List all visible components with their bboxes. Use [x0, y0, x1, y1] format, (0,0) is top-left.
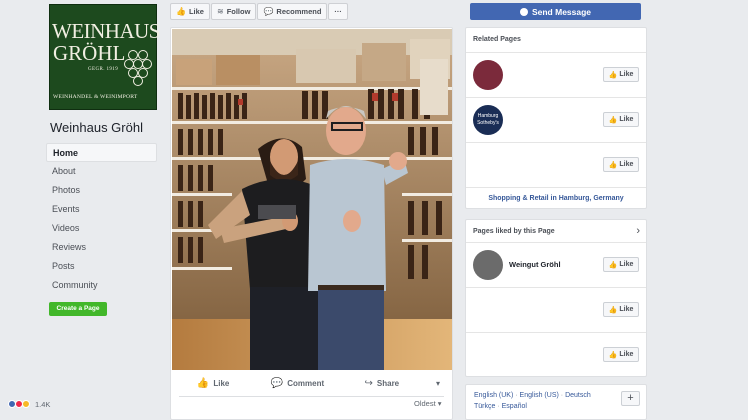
- post-like-label: Like: [213, 378, 230, 388]
- related-category-row: Shopping & Retail in Hamburg, Germany: [466, 187, 646, 209]
- language-link[interactable]: Deutsch: [565, 392, 591, 399]
- language-line-2: Türkçe · Español: [474, 403, 527, 410]
- like-page-button[interactable]: 👍 Like: [170, 3, 210, 20]
- thumbs-up-icon: 👍: [608, 351, 618, 359]
- hamburg-logo-text-2: Sotheby's: [477, 120, 499, 126]
- pages-liked-card: Pages liked by this Page › Weingut Gröhl…: [465, 219, 647, 377]
- language-line-1: English (UK) · English (US) · Deutsch: [474, 392, 591, 399]
- send-message-label: Send Message: [531, 6, 592, 17]
- post-like-button[interactable]: 👍 Like: [171, 378, 255, 389]
- share-icon: ↪: [364, 377, 373, 389]
- related-pages-card: Related Pages 👍 Like Hamburg Sotheby's 👍 L…: [465, 27, 647, 209]
- category-link[interactable]: Shopping & Retail in Hamburg, Germany: [466, 195, 646, 202]
- like-label: Like: [619, 306, 634, 313]
- post-actions-bar: 👍 Like 💬 Comment ↪ Share ▾: [171, 372, 452, 394]
- comment-sort-dropdown[interactable]: Oldest ▾: [414, 399, 442, 408]
- more-options-button[interactable]: ···: [328, 3, 348, 20]
- logo-line-2: GRÖHL: [53, 41, 126, 65]
- language-link[interactable]: Türkçe: [474, 403, 495, 410]
- thumbs-up-icon: 👍: [608, 161, 618, 169]
- logo-since: GEGR. 1919: [88, 67, 119, 72]
- rss-icon: ≋: [216, 7, 224, 16]
- follow-button[interactable]: ≋ Follow: [210, 3, 257, 20]
- nav-item-events[interactable]: Events: [46, 200, 157, 219]
- recommend-button[interactable]: 💬 Recommend: [257, 3, 328, 20]
- post-share-button[interactable]: ↪ Share: [340, 378, 424, 389]
- divider: [179, 396, 444, 397]
- liked-page-row: Weingut Gröhl 👍 Like: [466, 242, 646, 287]
- related-page-row: 👍 Like: [466, 52, 646, 97]
- thumbs-up-icon: 👍: [176, 7, 186, 16]
- page-title[interactable]: Weinhaus Gröhl: [50, 120, 143, 135]
- post-photo-image: [172, 29, 452, 370]
- related-page-avatar[interactable]: Hamburg Sotheby's: [473, 105, 503, 135]
- liked-page-like-button[interactable]: 👍 Like: [603, 347, 639, 362]
- speech-bubble-icon: 💬: [263, 7, 274, 16]
- recommend-label: Recommend: [276, 7, 322, 16]
- pages-liked-title: Pages liked by this Page: [473, 228, 555, 235]
- liked-page-row: 👍 Like: [466, 332, 646, 377]
- chevron-down-icon[interactable]: ▾: [424, 379, 452, 388]
- related-page-like-button[interactable]: 👍 Like: [603, 112, 639, 127]
- nav-item-photos[interactable]: Photos: [46, 181, 157, 200]
- nav-item-reviews[interactable]: Reviews: [46, 238, 157, 257]
- chevron-right-icon[interactable]: ›: [636, 225, 640, 237]
- like-label: Like: [619, 351, 634, 358]
- related-page-row: Hamburg Sotheby's 👍 Like: [466, 97, 646, 142]
- related-page-like-button[interactable]: 👍 Like: [603, 67, 639, 82]
- like-label: Like: [619, 71, 634, 78]
- add-language-button[interactable]: +: [621, 391, 640, 406]
- like-page-label: Like: [188, 7, 204, 16]
- create-page-button[interactable]: Create a Page: [49, 302, 107, 316]
- page-nav: Home About Photos Events Videos Reviews …: [46, 143, 157, 295]
- messenger-icon: [519, 7, 528, 16]
- post-card: 👍 Like 💬 Comment ↪ Share ▾: [170, 27, 453, 420]
- post-photo[interactable]: [172, 29, 452, 370]
- comment-sort-label: Oldest: [414, 399, 436, 408]
- comment-icon: 💬: [270, 377, 284, 389]
- language-link[interactable]: English (US): [520, 392, 559, 399]
- wow-reaction-icon: [22, 400, 30, 408]
- thumbs-up-icon: 👍: [608, 306, 618, 314]
- page-logo[interactable]: WEINHAUS GRÖHL GEGR. 1919 WEINHANDEL & W…: [49, 4, 160, 110]
- language-card: English (UK) · English (US) · Deutsch Tü…: [465, 384, 647, 420]
- reaction-summary[interactable]: 1.4K: [8, 398, 50, 410]
- related-page-avatar[interactable]: [473, 60, 503, 90]
- liked-page-like-button[interactable]: 👍 Like: [603, 257, 639, 272]
- language-link[interactable]: Español: [502, 403, 527, 410]
- like-label: Like: [619, 116, 634, 123]
- nav-item-posts[interactable]: Posts: [46, 257, 157, 276]
- thumbs-up-icon: 👍: [608, 71, 618, 79]
- page-action-bar: 👍 Like ≋ Follow 💬 Recommend ···: [170, 3, 348, 20]
- liked-page-avatar[interactable]: [473, 250, 503, 280]
- related-page-row: 👍 Like: [466, 142, 646, 187]
- post-share-label: Share: [376, 378, 400, 388]
- post-comment-label: Comment: [287, 378, 325, 388]
- like-label: Like: [619, 161, 634, 168]
- nav-item-home[interactable]: Home: [46, 143, 157, 162]
- follow-label: Follow: [226, 7, 251, 16]
- liked-page-row: 👍 Like: [466, 287, 646, 332]
- liked-page-like-button[interactable]: 👍 Like: [603, 302, 639, 317]
- nav-item-videos[interactable]: Videos: [46, 219, 157, 238]
- post-comment-button[interactable]: 💬 Comment: [255, 378, 339, 389]
- reaction-count: 1.4K: [35, 399, 51, 409]
- liked-page-name[interactable]: Weingut Gröhl: [509, 260, 561, 269]
- related-pages-title: Related Pages: [473, 36, 521, 43]
- send-message-button[interactable]: Send Message: [470, 3, 641, 20]
- grapes-icon: [124, 50, 152, 86]
- related-page-like-button[interactable]: 👍 Like: [603, 157, 639, 172]
- nav-item-community[interactable]: Community: [46, 276, 157, 295]
- left-column: WEINHAUS GRÖHL GEGR. 1919 WEINHANDEL & W…: [0, 0, 163, 420]
- like-label: Like: [619, 261, 634, 268]
- nav-item-about[interactable]: About: [46, 162, 157, 181]
- hamburg-logo-text-1: Hamburg: [477, 113, 499, 119]
- thumbs-up-icon: 👍: [608, 116, 618, 124]
- thumbs-up-icon: 👍: [608, 261, 618, 269]
- logo-tagline: WEINHANDEL & WEINIMPORT: [53, 94, 138, 100]
- language-link[interactable]: English (UK): [474, 392, 513, 399]
- thumbs-up-icon: 👍: [196, 377, 210, 389]
